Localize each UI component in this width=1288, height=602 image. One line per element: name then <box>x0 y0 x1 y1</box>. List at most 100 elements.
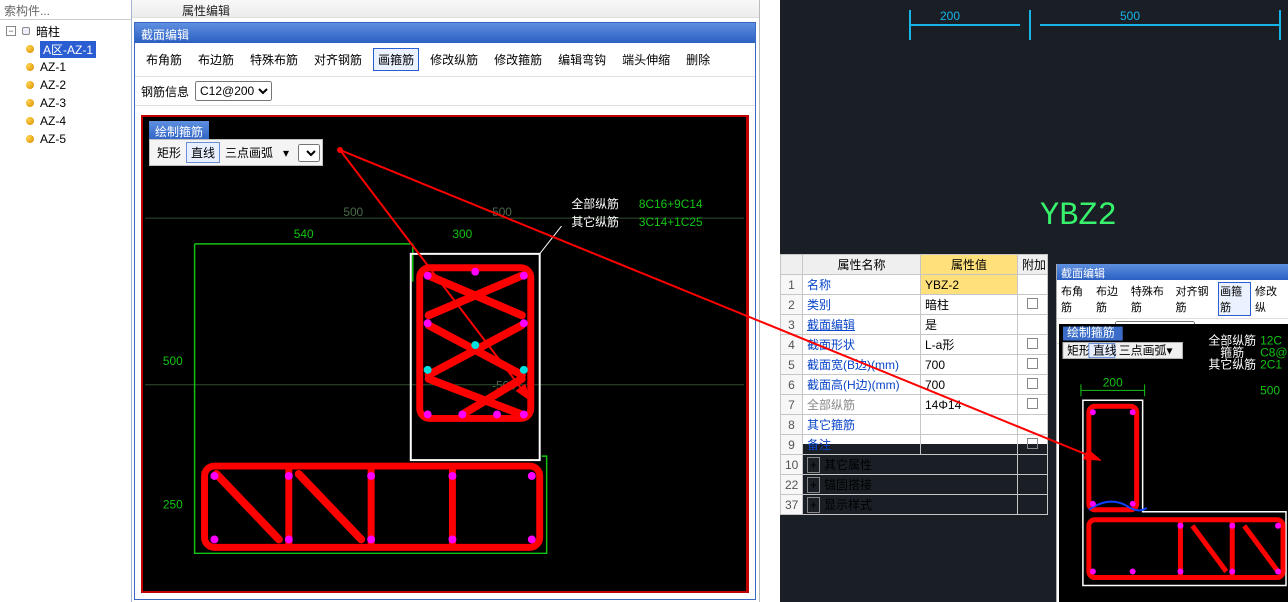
grid-mark: 500 <box>343 205 363 219</box>
mini-dim-200: 200 <box>1103 375 1123 389</box>
row-num: 5 <box>781 355 803 375</box>
prop-name[interactable]: 备注 <box>803 435 921 455</box>
tree-item-label: AZ-4 <box>40 114 66 128</box>
bullet-icon <box>26 135 34 143</box>
collapse-icon[interactable]: − <box>6 26 16 36</box>
bullet-icon <box>26 99 34 107</box>
prop-value[interactable]: 是 <box>921 315 1018 335</box>
tree-item-label: AZ-2 <box>40 78 66 92</box>
section-canvas[interactable]: 绘制箍筋 矩形 直线 三点画弧 ▾ 500 500 -500 <box>141 115 749 593</box>
section-editor-panel: 属性编辑 截面编辑 布角筋 布边筋 特殊布筋 对齐钢筋 画箍筋 修改纵筋 修改箍… <box>132 0 760 602</box>
tree-item-az3[interactable]: AZ-3 <box>2 94 131 112</box>
tab-edit-hook[interactable]: 编辑弯钩 <box>553 48 611 71</box>
dim-200: 200 <box>940 9 960 23</box>
tree-item-az5[interactable]: AZ-5 <box>2 130 131 148</box>
prop-group[interactable]: 其它属性 <box>824 458 872 472</box>
mini-canvas[interactable]: 绘制箍筋 矩形 直线 三点画弧 ▾ 全部纵筋 12C 箍筋 C8@ 其它纵筋 2… <box>1059 324 1288 602</box>
dim-500: 500 <box>163 354 183 368</box>
expand-icon[interactable]: + <box>807 497 820 513</box>
tree-item-az1-area[interactable]: A区-AZ-1 <box>2 40 131 58</box>
tree-item-az1[interactable]: AZ-1 <box>2 58 131 76</box>
tree-item-label: AZ-5 <box>40 132 66 146</box>
tab-corner-rebar[interactable]: 布角筋 <box>141 48 187 71</box>
prop-name[interactable]: 截面高(H边)(mm) <box>803 375 921 395</box>
prop-value[interactable]: L-a形 <box>921 335 1018 355</box>
prop-name-link[interactable]: 截面编辑 <box>803 315 921 335</box>
prop-name[interactable]: 其它箍筋 <box>803 415 921 435</box>
tab-edge-rebar[interactable]: 布边筋 <box>193 48 239 71</box>
col-propval[interactable]: 属性值 <box>921 255 1018 275</box>
prop-value[interactable] <box>921 415 1018 435</box>
rebar-info-select[interactable]: C12@200 <box>195 81 272 101</box>
col-propname[interactable]: 属性名称 <box>803 255 921 275</box>
row-num: 4 <box>781 335 803 355</box>
dim-250: 250 <box>163 498 183 512</box>
tab-mod-long[interactable]: 修改纵筋 <box>425 48 483 71</box>
expand-icon[interactable]: + <box>807 477 820 493</box>
tab-special-rebar[interactable]: 特殊布筋 <box>245 48 303 71</box>
prop-extra[interactable] <box>1018 435 1048 455</box>
mini-dim-500: 500 <box>1260 383 1280 397</box>
prop-name[interactable]: 名称 <box>803 275 921 295</box>
editor-toolbar: 布角筋 布边筋 特殊布筋 对齐钢筋 画箍筋 修改纵筋 修改箍筋 编辑弯钩 端头伸… <box>135 43 755 77</box>
rebar-info-row: 钢筋信息 C12@200 <box>135 77 755 106</box>
tree-item-az4[interactable]: AZ-4 <box>2 112 131 130</box>
prop-value[interactable]: 700 <box>921 375 1018 395</box>
row-num: 2 <box>781 295 803 315</box>
prop-extra[interactable] <box>1018 415 1048 435</box>
mini-tab-4[interactable]: 画箍筋 <box>1218 282 1251 316</box>
prop-value[interactable]: 暗柱 <box>921 295 1018 315</box>
prop-name[interactable]: 类别 <box>803 295 921 315</box>
prop-extra[interactable] <box>1018 355 1048 375</box>
mini-shape-rect[interactable]: 矩形 <box>1067 343 1091 357</box>
prop-extra[interactable] <box>1018 375 1048 395</box>
tree-item-label: A区-AZ-1 <box>40 41 96 58</box>
mini-tab-5[interactable]: 修改纵 <box>1253 282 1286 316</box>
mini-shape-dd-icon[interactable]: ▾ <box>1167 343 1173 357</box>
dim-540: 540 <box>294 227 314 241</box>
legend-all-label: 全部纵筋 <box>571 197 619 211</box>
col-extra[interactable]: 附加 <box>1018 255 1048 275</box>
prop-value[interactable]: YBZ-2 <box>921 275 1018 295</box>
mini-tab-2[interactable]: 特殊布筋 <box>1129 282 1172 316</box>
prop-extra[interactable] <box>1018 275 1048 295</box>
expand-icon[interactable]: + <box>807 457 820 473</box>
col-rownum <box>781 255 803 275</box>
mini-tab-0[interactable]: 布角筋 <box>1059 282 1092 316</box>
tab-mod-stirrup[interactable]: 修改箍筋 <box>489 48 547 71</box>
mini-shape-line[interactable]: 直线 <box>1093 343 1117 357</box>
row-num: 1 <box>781 275 803 295</box>
bullet-icon <box>26 81 34 89</box>
row-num: 10 <box>781 455 803 475</box>
mini-section-editor: 截面编辑 布角筋 布边筋 特殊布筋 对齐钢筋 画箍筋 修改纵 钢筋信息 C8@1… <box>1056 264 1288 602</box>
tab-delete[interactable]: 删除 <box>681 48 715 71</box>
tree-item-az2[interactable]: AZ-2 <box>2 76 131 94</box>
prop-group[interactable]: 锚固搭接 <box>824 478 872 492</box>
property-grid: 属性名称 属性值 附加 1名称YBZ-2 2类别暗柱 3截面编辑是 4截面形状L… <box>780 254 1048 444</box>
tree-root-label: 暗柱 <box>36 23 60 40</box>
row-num: 22 <box>781 475 803 495</box>
prop-extra[interactable] <box>1018 295 1048 315</box>
prop-extra[interactable] <box>1018 335 1048 355</box>
tab-align-rebar[interactable]: 对齐钢筋 <box>309 48 367 71</box>
prop-group[interactable]: 显示样式 <box>824 498 872 512</box>
mini-tab-1[interactable]: 布边筋 <box>1094 282 1127 316</box>
prop-name[interactable]: 全部纵筋 <box>803 395 921 415</box>
prop-name[interactable]: 截面形状 <box>803 335 921 355</box>
legend-all-value: 8C16+9C14 <box>639 197 703 211</box>
tree-search-input[interactable]: 索构件... <box>0 0 131 20</box>
tab-end-extend[interactable]: 端头伸缩 <box>617 48 675 71</box>
tree-root-node[interactable]: − 暗柱 <box>2 22 131 40</box>
prop-name[interactable]: 截面宽(B边)(mm) <box>803 355 921 375</box>
prop-value[interactable] <box>921 435 1018 455</box>
prop-extra[interactable] <box>1018 395 1048 415</box>
prop-value[interactable]: 14Φ14 <box>921 395 1018 415</box>
prop-value[interactable]: 700 <box>921 355 1018 375</box>
tab-draw-stirrup[interactable]: 画箍筋 <box>373 48 419 71</box>
row-num: 9 <box>781 435 803 455</box>
mini-editor-title: 截面编辑 <box>1057 264 1288 280</box>
prop-extra[interactable] <box>1018 315 1048 335</box>
tree-item-label: AZ-3 <box>40 96 66 110</box>
mini-tab-3[interactable]: 对齐钢筋 <box>1174 282 1217 316</box>
mini-shape-arc[interactable]: 三点画弧 <box>1119 343 1167 357</box>
